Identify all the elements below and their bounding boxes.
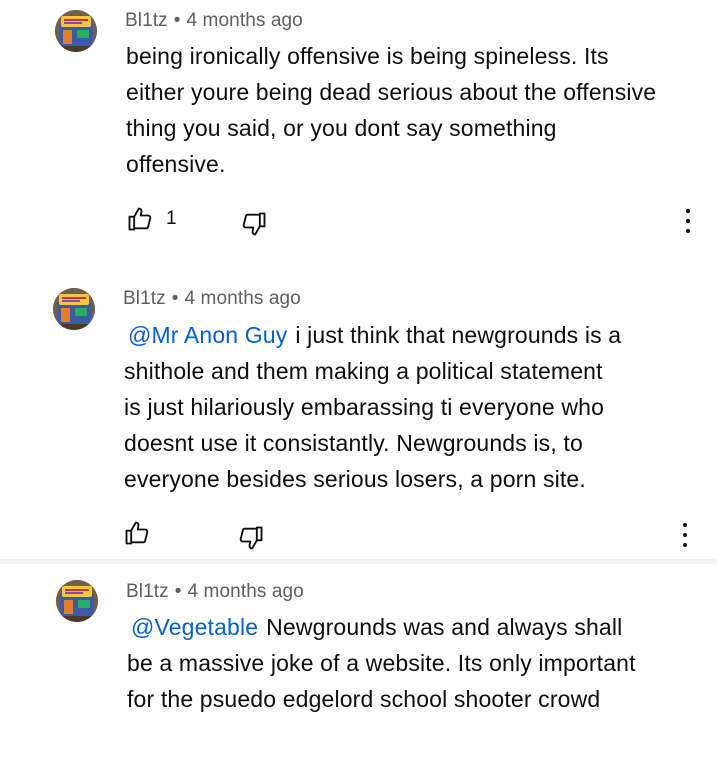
mention-link[interactable]: @Vegetable (131, 614, 258, 640)
like-button[interactable] (123, 519, 163, 547)
comment-line-text: Newgrounds was and always shall (266, 614, 623, 640)
comment-meta: Bl1tz • 4 months ago (123, 288, 301, 310)
comment-timestamp[interactable]: 4 months ago (188, 581, 304, 602)
thumbs-up-icon (128, 207, 152, 231)
thumbs-down-icon (239, 526, 263, 550)
more-vert-icon[interactable] (681, 522, 689, 548)
comment-author[interactable]: Bl1tz (126, 581, 169, 602)
comment-line: is just hilariously embarassing ti every… (124, 394, 605, 420)
comment-text: being ironically offensive is being spin… (126, 38, 656, 182)
comment-line: for the psuedo edgelord school shooter c… (127, 686, 601, 712)
comment-line: offensive. (126, 151, 226, 177)
comment-line: @Mr Anon Guy i just think that newgrounds… (124, 317, 621, 353)
comment-author[interactable]: Bl1tz (123, 288, 166, 309)
comment-line: doesnt use it consistantly. Newgrounds i… (124, 430, 583, 456)
comment-line: be a massive joke of a website. Its only… (127, 650, 636, 676)
like-button[interactable]: 1 (126, 205, 177, 233)
avatar[interactable] (56, 580, 98, 622)
meta-separator: • (173, 10, 181, 31)
avatar[interactable] (53, 288, 95, 330)
section-divider (0, 559, 717, 564)
comment-line: either youre being dead serious about th… (126, 79, 657, 105)
mention-link[interactable]: @Mr Anon Guy (128, 322, 287, 348)
comment-meta: Bl1tz • 4 months ago (125, 10, 303, 32)
dislike-button[interactable] (237, 524, 265, 552)
comment-text: @Vegetable Newgrounds was and always shal… (127, 609, 636, 717)
comment-line: thing you said, or you dont say somethin… (126, 115, 557, 141)
meta-separator: • (171, 288, 179, 309)
channel-avatar-icon (53, 288, 95, 330)
comment-author[interactable]: Bl1tz (125, 10, 168, 31)
more-vert-icon[interactable] (684, 208, 692, 234)
avatar[interactable] (55, 10, 97, 52)
comment-line: @Vegetable Newgrounds was and always shal… (127, 609, 636, 645)
meta-separator: • (174, 581, 182, 602)
comment-line-text: i just think that newgrounds is a (295, 322, 622, 348)
comment-meta: Bl1tz • 4 months ago (126, 581, 304, 603)
comment-timestamp[interactable]: 4 months ago (187, 10, 303, 31)
comment-line: being ironically offensive is being spin… (126, 43, 609, 69)
comment-text: @Mr Anon Guy i just think that newgrounds… (124, 317, 621, 497)
channel-avatar-icon (56, 580, 98, 622)
channel-avatar-icon (55, 10, 97, 52)
thumbs-up-icon (125, 521, 149, 545)
thumbs-down-icon (242, 212, 266, 236)
comment-timestamp[interactable]: 4 months ago (185, 288, 301, 309)
like-count: 1 (166, 208, 177, 229)
comment-line: everyone besides serious losers, a porn … (124, 466, 586, 492)
dislike-button[interactable] (240, 210, 268, 238)
comment-line: shithole and them making a political sta… (124, 358, 603, 384)
